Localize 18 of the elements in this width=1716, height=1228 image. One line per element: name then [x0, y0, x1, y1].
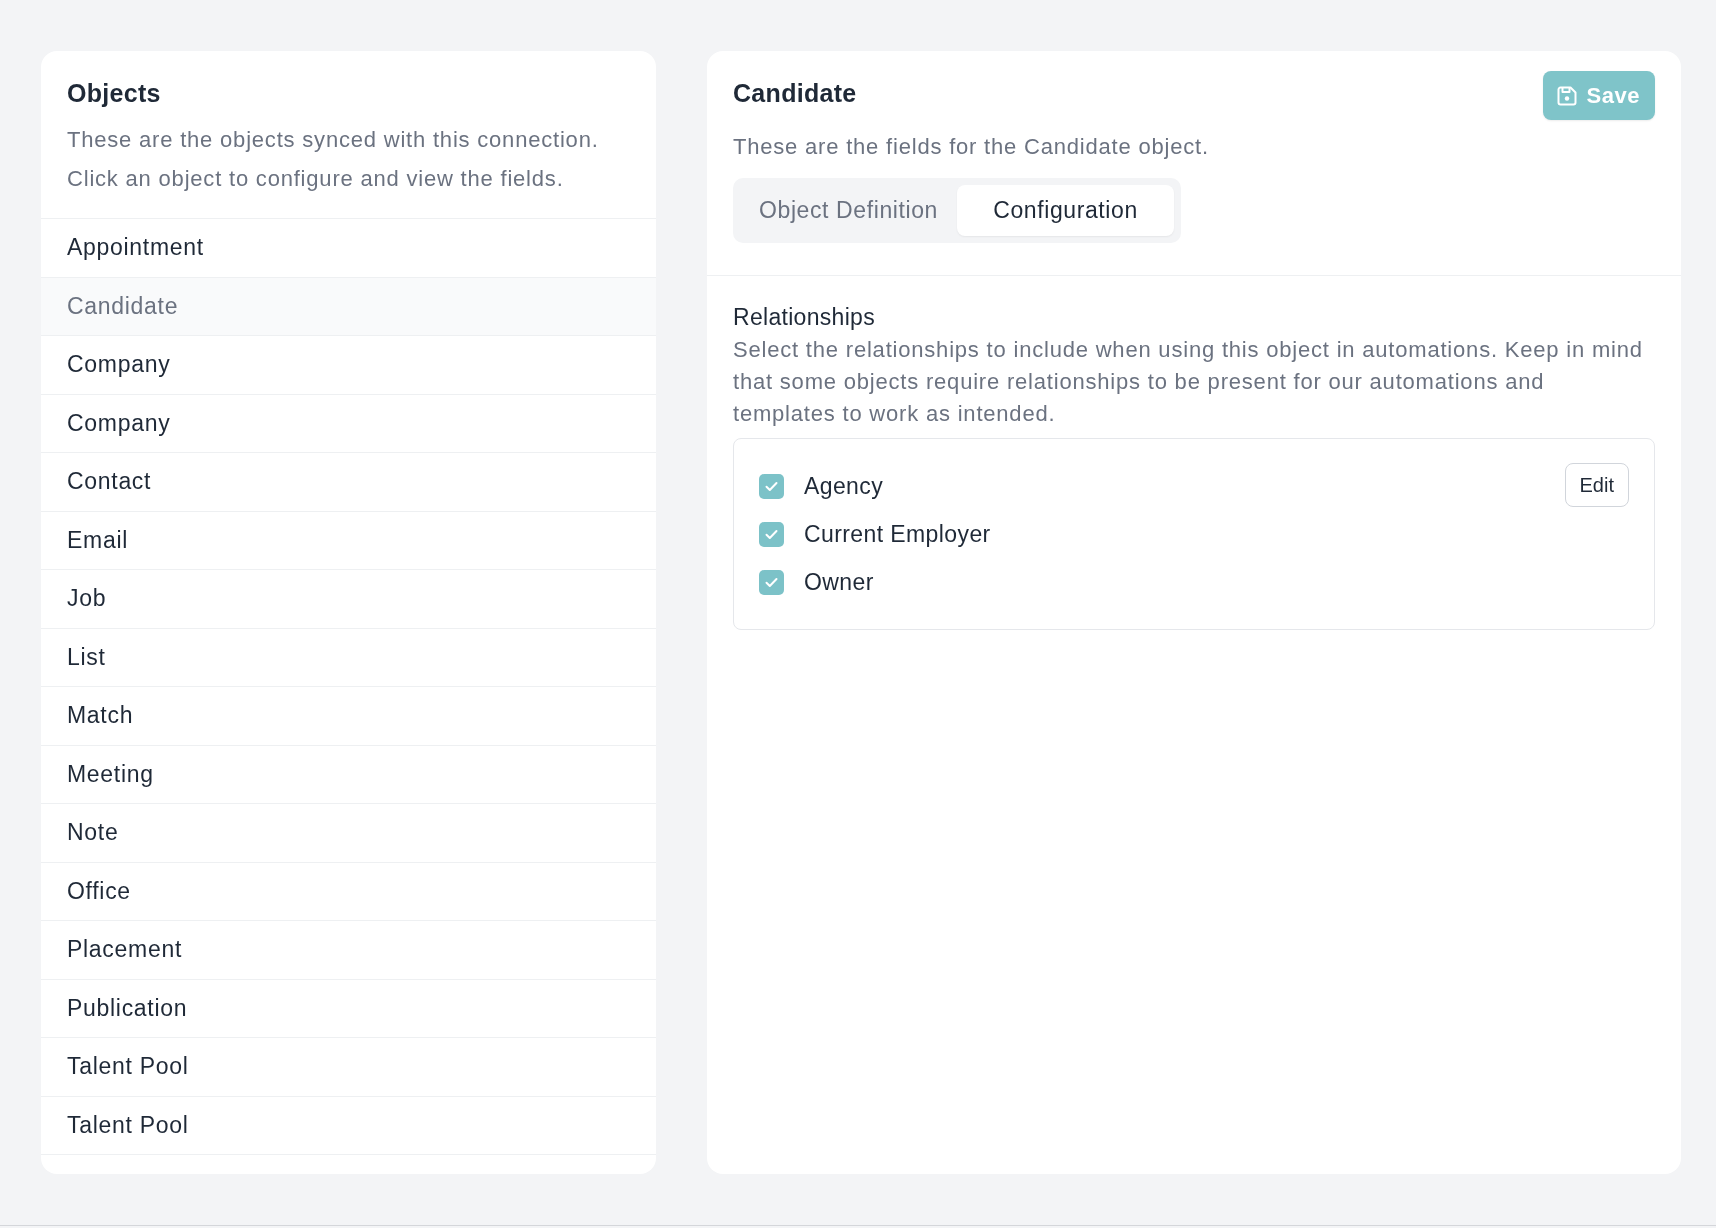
object-list-item[interactable]: Candidate — [41, 277, 656, 336]
panel-title: Objects — [67, 79, 162, 107]
panel-description: Click an object to configure and view the fields. — [67, 165, 565, 193]
tab[interactable]: Configuration — [957, 185, 1174, 236]
panel-description: These are the objects synced with this connection. — [67, 126, 600, 154]
edit-button[interactable]: Edit — [1564, 463, 1629, 507]
section-title: Relationships — [733, 303, 876, 331]
object-description: These are the fields for the Candidate object. — [733, 133, 1210, 161]
save-icon — [1556, 85, 1577, 106]
relationship-label: Agency — [804, 472, 884, 500]
section-description: Select the relationships to include when using this object in automations. Keep in mind that some objects require relationships to be present for our automations and templates to work as intended. — [733, 336, 1644, 428]
checkbox[interactable] — [759, 473, 784, 499]
object-title: Candidate — [733, 79, 857, 107]
checkbox[interactable] — [759, 521, 784, 547]
tab[interactable]: Object Definition — [740, 185, 957, 236]
checkbox[interactable] — [759, 569, 784, 595]
relationship-label: Owner — [804, 568, 874, 596]
relationship-label: Current Employer — [804, 520, 991, 548]
